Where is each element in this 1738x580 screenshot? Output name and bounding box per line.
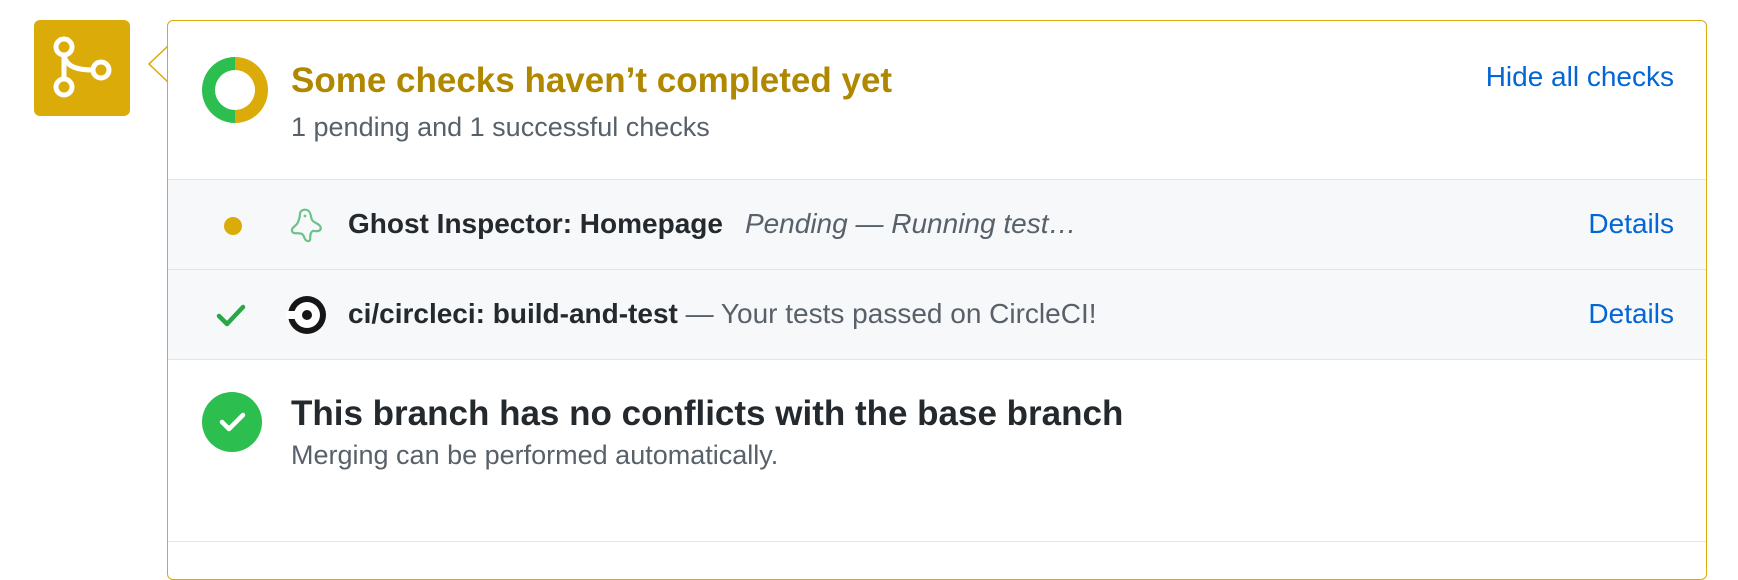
check-row-circleci: ci/circleci: build-and-test — Your tests… bbox=[168, 269, 1706, 359]
git-merge-icon bbox=[34, 20, 130, 116]
merge-status-panel: Some checks haven’t completed yet 1 pend… bbox=[167, 20, 1707, 580]
hide-all-checks-link[interactable]: Hide all checks bbox=[1486, 61, 1674, 93]
check-circle-icon bbox=[202, 392, 262, 452]
merge-status-title: This branch has no conflicts with the ba… bbox=[291, 394, 1124, 433]
check-row-ghost-inspector: Ghost Inspector: Homepage Pending — Runni… bbox=[168, 179, 1706, 269]
checks-progress-donut-icon bbox=[202, 57, 268, 123]
section-divider bbox=[168, 541, 1706, 542]
circleci-icon bbox=[286, 296, 326, 334]
merge-status-subtitle: Merging can be performed automatically. bbox=[291, 440, 779, 470]
ghost-inspector-icon bbox=[286, 204, 328, 246]
details-link[interactable]: Details bbox=[1588, 180, 1674, 268]
merge-conflict-status: This branch has no conflicts with the ba… bbox=[168, 359, 1706, 541]
check-name: Ghost Inspector: Homepage bbox=[348, 208, 723, 239]
details-link[interactable]: Details bbox=[1588, 270, 1674, 358]
check-success-icon bbox=[216, 304, 246, 327]
checks-status-title: Some checks haven’t completed yet bbox=[291, 61, 893, 100]
check-name: ci/circleci: build-and-test bbox=[348, 298, 678, 329]
check-description: — Your tests passed on CircleCI! bbox=[685, 298, 1097, 329]
check-description: Pending — Running test… bbox=[744, 208, 1077, 239]
pending-status-icon bbox=[224, 217, 242, 235]
checks-status-subtitle: 1 pending and 1 successful checks bbox=[291, 112, 710, 142]
checks-header: Some checks haven’t completed yet 1 pend… bbox=[168, 21, 1706, 179]
